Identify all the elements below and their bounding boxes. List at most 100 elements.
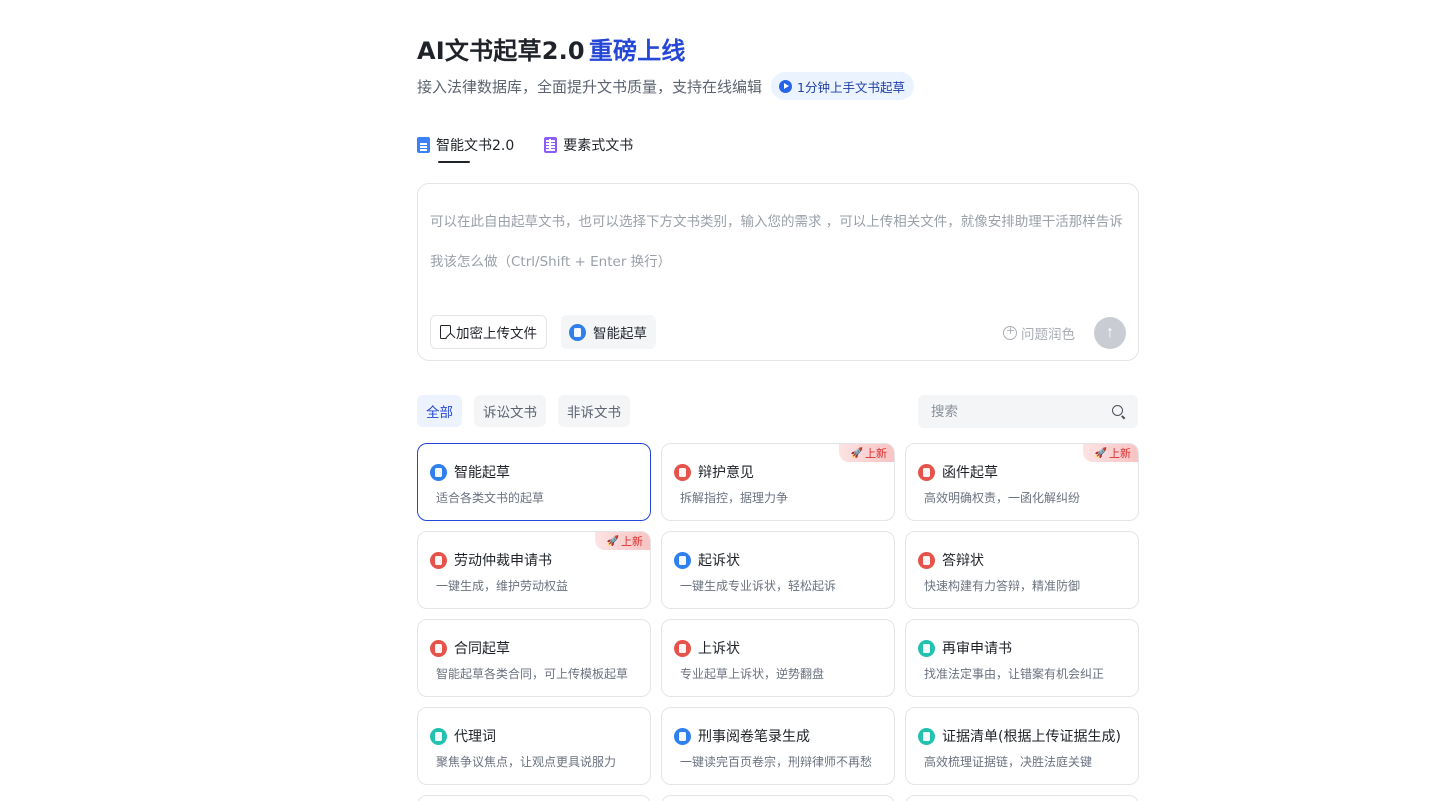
- card-title: 智能起草: [454, 465, 510, 481]
- document-type-card[interactable]: 起诉状一键生成专业诉状，轻松起诉: [661, 531, 895, 609]
- document-type-grid: 智能起草 适合各类文书的起草 辩护意见 拆解指控，据理力争 🚀 上新 函件起草 高效明确权责，…: [417, 443, 1139, 785]
- rocket-icon: 🚀: [1094, 447, 1107, 459]
- card-description: 找准法定事由，让错案有机会纠正: [924, 667, 1105, 681]
- composer: 加密上传文件 智能起草 问题润色 ↑: [417, 183, 1139, 361]
- search-input[interactable]: [931, 395, 1101, 428]
- document-type-card[interactable]: 辩护意见 拆解指控，据理力争 🚀 上新: [661, 443, 895, 521]
- card-header: 上诉状: [674, 638, 740, 658]
- new-badge: 🚀 上新: [594, 532, 650, 550]
- card-description: 一键生成，维护劳动权益: [436, 579, 569, 593]
- play-icon: [779, 79, 793, 93]
- tab-element-document-label: 要素式文书: [563, 138, 634, 154]
- card-description: 专业起草上诉状，逆势翻盘: [680, 667, 825, 681]
- document-type-card[interactable]: 答辩状快速构建有力答辩，精准防御: [905, 531, 1139, 609]
- document-icon: [417, 137, 430, 153]
- send-button[interactable]: ↑: [1094, 317, 1126, 349]
- card-header: 答辩状: [918, 550, 984, 570]
- card-description: 快速构建有力答辩，精准防御: [924, 579, 1081, 593]
- card-partial[interactable]: [661, 795, 895, 801]
- card-title: 劳动仲裁申请书: [454, 553, 552, 569]
- card-description: 一键读完百页卷宗，刑辩律师不再愁: [680, 755, 873, 769]
- document-type-icon: [430, 463, 447, 481]
- card-header: 再审申请书: [918, 638, 1012, 658]
- card-title: 代理词: [454, 729, 496, 745]
- arrow-up-icon: ↑: [1106, 324, 1114, 341]
- form-grid-icon: [544, 137, 558, 153]
- smart-draft-button[interactable]: 智能起草: [561, 315, 656, 349]
- document-type-icon: [674, 639, 691, 657]
- card-title: 合同起草: [454, 641, 510, 657]
- card-header: 辩护意见: [674, 462, 754, 482]
- document-type-icon: [430, 551, 447, 569]
- new-badge-label: 上新: [1109, 447, 1131, 460]
- mode-tabs: 智能文书2.0 要素式文书: [417, 134, 633, 164]
- filter-litigation[interactable]: 诉讼文书: [474, 395, 546, 427]
- card-title: 证据清单(根据上传证据生成): [942, 729, 1121, 745]
- card-description: 适合各类文书的起草: [436, 491, 545, 505]
- polish-question-label: 问题润色: [1021, 327, 1075, 343]
- document-type-icon: [918, 727, 935, 745]
- title-main: AI文书起草2.0: [417, 37, 585, 65]
- tab-element-document[interactable]: 要素式文书: [544, 134, 633, 156]
- next-row-cards-partial: [417, 795, 1139, 801]
- card-title: 刑事阅卷笔录生成: [698, 729, 810, 745]
- card-title: 起诉状: [698, 553, 740, 569]
- document-type-card[interactable]: 函件起草高效明确权责，一函化解纠纷 🚀 上新: [905, 443, 1139, 521]
- polish-question-button[interactable]: 问题润色: [1003, 323, 1075, 343]
- card-header: 刑事阅卷笔录生成: [674, 726, 810, 746]
- title-accent: 重磅上线: [588, 37, 686, 65]
- main-content: AI文书起草2.0 重磅上线 接入法律数据库，全面提升文书质量，支持在线编辑 1分…: [417, 0, 1139, 801]
- card-title: 答辩状: [942, 553, 984, 569]
- document-type-card[interactable]: 证据清单(根据上传证据生成) 高效梳理证据链，决胜法庭关键: [905, 707, 1139, 785]
- page-title: AI文书起草2.0 重磅上线: [417, 31, 686, 66]
- document-type-card[interactable]: 智能起草适合各类文书的起草: [417, 443, 651, 521]
- card-description: 聚焦争议焦点，让观点更具说服力: [436, 755, 617, 769]
- card-description: 智能起草各类合同，可上传模板起草: [436, 667, 629, 681]
- card-header: 证据清单(根据上传证据生成): [918, 726, 1121, 746]
- quick-start-guide-label: 1分钟上手文书起草: [797, 79, 905, 95]
- category-filters: 全部 诉讼文书 非诉文书: [417, 395, 630, 427]
- document-type-card[interactable]: 代理词聚焦争议焦点，让观点更具说服力: [417, 707, 651, 785]
- encrypted-upload-button[interactable]: 加密上传文件: [430, 315, 547, 349]
- new-badge-label: 上新: [621, 535, 643, 548]
- card-description: 高效梳理证据链，决胜法庭关键: [924, 755, 1093, 769]
- card-header: 合同起草: [430, 638, 510, 658]
- new-badge: 🚀 上新: [838, 444, 894, 462]
- card-partial[interactable]: [905, 795, 1139, 801]
- file-upload-icon: [440, 325, 451, 339]
- document-type-icon: [674, 551, 691, 569]
- document-type-card[interactable]: 合同起草智能起草各类合同，可上传模板起草: [417, 619, 651, 697]
- document-type-icon: [918, 551, 935, 569]
- smart-draft-icon: [569, 323, 586, 341]
- document-type-card[interactable]: 上诉状专业起草上诉状，逆势翻盘: [661, 619, 895, 697]
- page-subtitle-row: 接入法律数据库，全面提升文书质量，支持在线编辑 1分钟上手文书起草: [417, 72, 914, 100]
- card-header: 起诉状: [674, 550, 740, 570]
- card-title: 辩护意见: [698, 465, 754, 481]
- card-partial[interactable]: [417, 795, 651, 801]
- document-type-card[interactable]: 再审申请书找准法定事由，让错案有机会纠正: [905, 619, 1139, 697]
- tab-smart-document[interactable]: 智能文书2.0: [417, 134, 514, 163]
- document-type-icon: [430, 727, 447, 745]
- encrypted-upload-label: 加密上传文件: [456, 326, 537, 342]
- draft-request-input[interactable]: [430, 202, 1130, 292]
- rocket-icon: 🚀: [850, 447, 863, 459]
- document-type-card[interactable]: 刑事阅卷笔录生成一键读完百页卷宗，刑辩律师不再愁: [661, 707, 895, 785]
- card-description: 高效明确权责，一函化解纠纷: [924, 491, 1081, 505]
- card-description: 一键生成专业诉状，轻松起诉: [680, 579, 837, 593]
- smart-draft-label: 智能起草: [593, 326, 647, 342]
- document-type-card[interactable]: 劳动仲裁申请书一键生成，维护劳动权益 🚀 上新: [417, 531, 651, 609]
- page-subtitle: 接入法律数据库，全面提升文书质量，支持在线编辑: [417, 77, 763, 96]
- search-box: [918, 395, 1138, 428]
- new-badge-label: 上新: [865, 447, 887, 460]
- document-type-icon: [430, 639, 447, 657]
- quick-start-guide-button[interactable]: 1分钟上手文书起草: [771, 72, 914, 100]
- card-header: 代理词: [430, 726, 496, 746]
- search-icon[interactable]: [1112, 405, 1123, 416]
- filter-all[interactable]: 全部: [417, 395, 462, 427]
- sparkle-icon: [1003, 324, 1017, 340]
- filter-non-litigation[interactable]: 非诉文书: [558, 395, 630, 427]
- card-header: 函件起草: [918, 462, 998, 482]
- rocket-icon: 🚀: [606, 535, 619, 547]
- document-type-icon: [674, 463, 691, 481]
- document-type-icon: [918, 639, 935, 657]
